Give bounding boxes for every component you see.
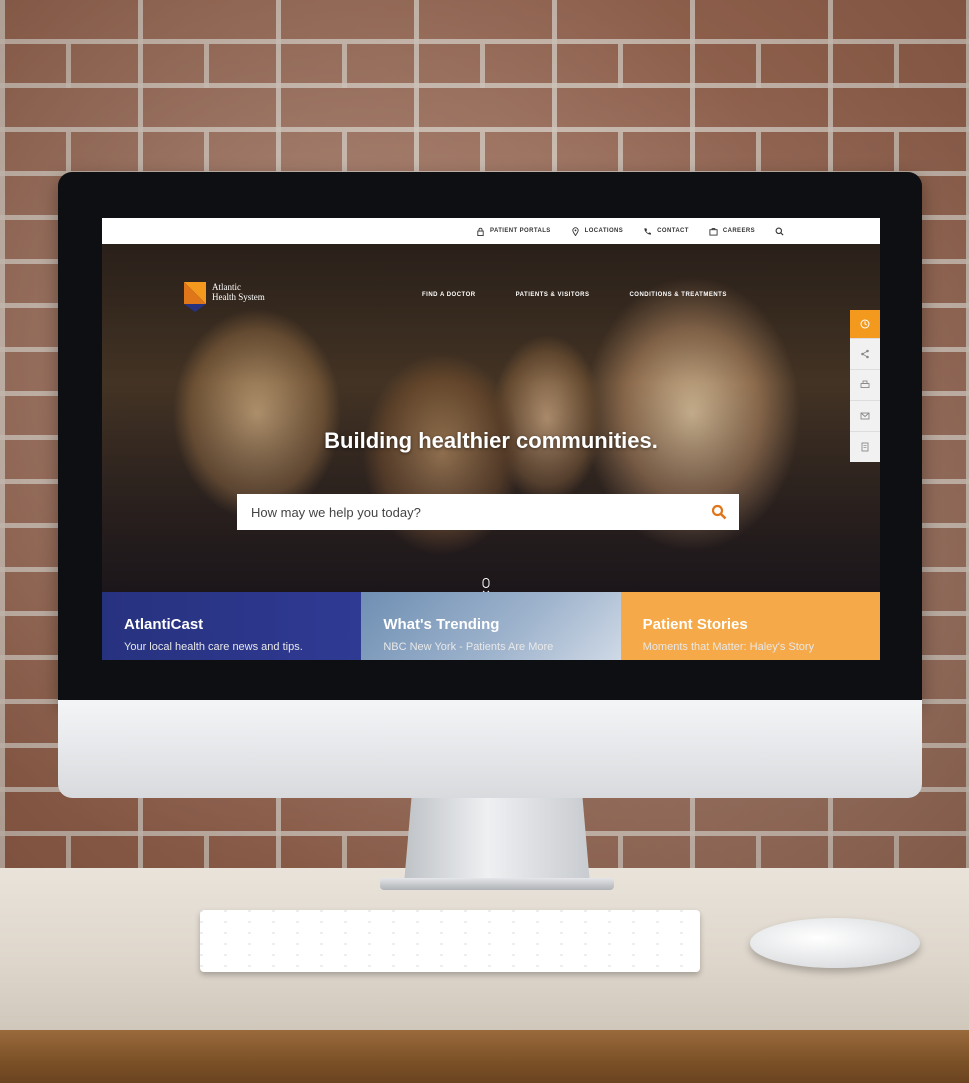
tile-title: Patient Stories — [642, 616, 748, 633]
monitor-stand — [404, 798, 590, 884]
tile-subtitle: Moments that Matter: Haley's Story — [642, 641, 815, 653]
printer-icon — [860, 380, 870, 388]
search-toggle[interactable] — [775, 227, 784, 236]
utility-link-label: LOCATIONS — [584, 228, 624, 234]
monitor-base — [380, 878, 614, 890]
utility-link-patient-portals[interactable]: PATIENT PORTALS — [476, 227, 551, 236]
tile-subtitle: NBC New York - Patients Are More — [383, 641, 554, 653]
keyboard — [200, 910, 700, 972]
logo-wordmark: Atlantic Health System — [212, 282, 265, 302]
desk-edge — [0, 1030, 969, 1083]
utility-link-label: CONTACT — [657, 228, 689, 234]
search-input[interactable] — [249, 503, 673, 521]
tile-subtitle: Your local health care news and tips. — [124, 641, 303, 653]
side-tool-wait-times[interactable] — [850, 310, 880, 338]
location-pin-icon — [572, 226, 579, 236]
lock-icon — [477, 227, 484, 236]
clock-icon — [860, 319, 870, 329]
tile-patient-stories[interactable]: Patient Stories Moments that Matter: Hal… — [620, 592, 880, 660]
utility-link-label: CAREERS — [722, 228, 755, 234]
side-tool-print[interactable] — [850, 369, 880, 400]
logo-line-2: Health System — [212, 292, 265, 302]
logo-line-1: Atlantic — [212, 282, 241, 292]
utility-link-label: PATIENT PORTALS — [490, 228, 551, 234]
utility-link-locations[interactable]: LOCATIONS — [571, 226, 624, 236]
site-logo[interactable]: Atlantic Health System — [184, 282, 265, 312]
nav-patients-visitors[interactable]: PATIENTS & VISITORS — [516, 292, 590, 298]
hero-headline: Building healthier communities. — [324, 428, 658, 453]
tile-atlanticast[interactable]: AtlantiCast Your local health care news … — [102, 592, 362, 660]
share-icon — [861, 349, 869, 359]
search-submit-icon[interactable] — [711, 504, 727, 520]
side-tool-email[interactable] — [850, 400, 880, 431]
utility-link-careers[interactable]: CAREERS — [709, 227, 755, 236]
main-nav: FIND A DOCTOR PATIENTS & VISITORS CONDIT… — [422, 292, 727, 298]
feature-tiles: AtlantiCast Your local health care news … — [102, 592, 880, 660]
mouse — [750, 918, 920, 968]
tile-whats-trending[interactable]: What's Trending NBC New York - Patients … — [361, 592, 621, 660]
website-screen: PATIENT PORTALS LOCATIONS CONTACT CAREER… — [102, 218, 880, 660]
hero-banner: Atlantic Health System FIND A DOCTOR PAT… — [102, 244, 880, 599]
tile-title: AtlantiCast — [124, 616, 204, 633]
logo-mark-icon — [184, 282, 206, 312]
monitor-chin — [58, 700, 922, 798]
utility-nav-bar: PATIENT PORTALS LOCATIONS CONTACT CAREER… — [102, 218, 880, 244]
utility-link-contact[interactable]: CONTACT — [643, 227, 689, 236]
briefcase-icon — [709, 227, 718, 236]
phone-icon — [644, 227, 652, 235]
email-icon — [860, 412, 870, 420]
nav-find-a-doctor[interactable]: FIND A DOCTOR — [422, 292, 476, 298]
side-tool-share[interactable] — [850, 338, 880, 369]
nav-conditions-treatments[interactable]: CONDITIONS & TREATMENTS — [629, 292, 726, 298]
search-icon — [775, 227, 784, 236]
hero-search-bar — [237, 494, 739, 530]
tile-title: What's Trending — [383, 616, 500, 633]
